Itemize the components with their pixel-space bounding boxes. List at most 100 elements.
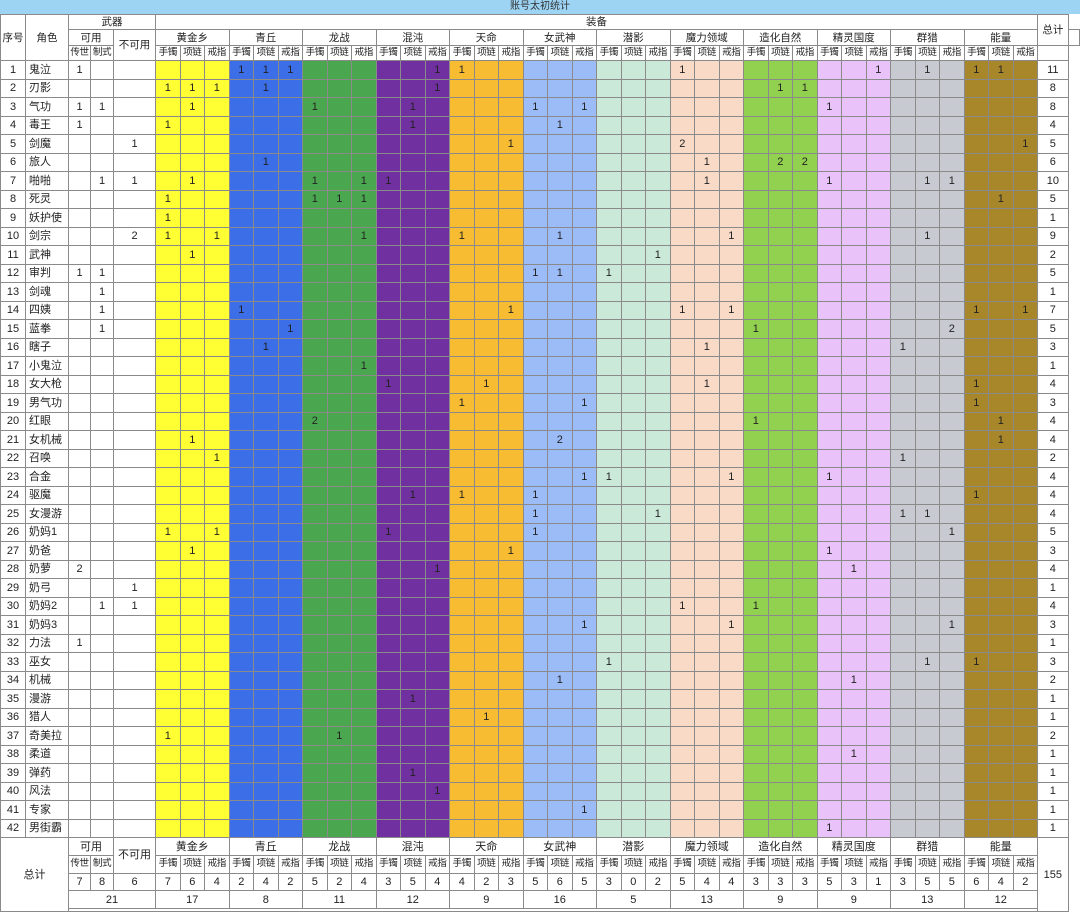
equip-count	[449, 208, 475, 228]
equip-count	[204, 467, 230, 487]
equip-count	[571, 374, 598, 395]
equip-count	[326, 652, 353, 672]
footer-row-2: 传世 制式 手镯 项链 戒指 手镯 项链 戒指 手镯 项链 戒指 手镯 项链 戒指 手镯 项链 戒指 手镯 项链 戒指…	[1, 854, 1080, 874]
row-index: 7	[0, 171, 26, 191]
equip-count	[767, 263, 794, 284]
equip-count	[890, 485, 916, 506]
equip-count	[547, 578, 573, 598]
equip-count	[988, 208, 1014, 228]
equip-count	[302, 448, 328, 469]
weapon-count	[68, 485, 91, 506]
weapon-count	[90, 448, 114, 469]
equip-count	[939, 189, 965, 210]
equip-count	[841, 633, 867, 654]
equip-count	[718, 726, 745, 746]
equip-count	[988, 596, 1014, 617]
equip-count	[669, 189, 696, 210]
equip-count	[375, 263, 402, 284]
equip-count	[914, 393, 941, 413]
equip-count	[645, 300, 671, 321]
equip-count	[645, 707, 671, 728]
equip-count	[351, 800, 377, 820]
equip-count	[914, 467, 941, 487]
equip-count	[155, 615, 181, 635]
equip-count	[939, 263, 965, 284]
equip-count	[473, 411, 500, 432]
equip-count	[424, 411, 451, 432]
equip-count	[694, 818, 720, 839]
equip-count	[302, 670, 328, 691]
role-name: 召唤	[25, 448, 69, 469]
equip-count	[865, 263, 892, 284]
equip-count	[865, 522, 892, 543]
equip-count	[792, 282, 818, 302]
equip-count	[865, 337, 892, 358]
equip-count	[669, 744, 696, 765]
equip-count	[743, 615, 769, 635]
slot-header: 戒指	[498, 854, 524, 874]
equip-count	[841, 226, 867, 247]
equip-count	[204, 263, 230, 284]
equip-count: 1	[914, 60, 941, 80]
weapon-count	[90, 356, 114, 376]
equip-count	[914, 115, 941, 136]
equip-count	[718, 411, 745, 432]
equip-count: 2	[302, 411, 328, 432]
equip-count	[179, 300, 206, 321]
equip-count	[155, 393, 181, 413]
equip-count	[620, 596, 647, 617]
footer-row-1: 总计 可用 不可用 黄金乡 青丘 龙战 混沌 天命 女武神 潜影 魔力领域 造化自然 精灵国度 群猎 能量 1…	[0, 837, 1080, 912]
set-total: 16	[522, 890, 598, 909]
equip-count: 1	[767, 78, 794, 99]
equip-count	[792, 319, 818, 339]
row-total: 10	[1037, 171, 1069, 191]
equip-count	[718, 319, 745, 339]
equip-count	[620, 97, 647, 117]
equip-count	[473, 652, 500, 672]
slot-total: 4	[718, 872, 745, 892]
equip-count	[253, 467, 279, 487]
equip-count: 1	[718, 467, 745, 487]
row-index: 19	[0, 393, 26, 413]
equip-count	[841, 763, 867, 783]
equip-count	[253, 744, 279, 765]
equip-count	[620, 319, 647, 339]
equip-count: 1	[375, 374, 402, 395]
equip-count	[890, 689, 916, 709]
row-total: 9	[1037, 226, 1069, 247]
table-row: 30 奶妈2 1 1 1 1 4	[0, 596, 1080, 617]
sheet-title: 账号太初统计	[0, 0, 1080, 14]
equip-count	[890, 726, 916, 746]
equip-count	[204, 152, 230, 173]
weapon-count	[90, 152, 114, 173]
equip-count	[718, 189, 745, 210]
slot-header: 戒指	[424, 44, 451, 62]
slot-header: 戒指	[718, 44, 745, 62]
equip-count	[351, 411, 377, 432]
equip-count	[351, 263, 377, 284]
slot-total: 2	[645, 872, 671, 892]
equip-count	[424, 115, 451, 136]
equip-count	[302, 134, 328, 154]
equip-count	[277, 134, 304, 154]
equip-count	[767, 245, 794, 265]
equip-count	[939, 596, 965, 617]
table-row: 7 啪啪 1 1 1 1 1 1 1 1 1 1 10	[0, 171, 1080, 191]
equip-count	[400, 633, 426, 654]
equip-count	[277, 97, 304, 117]
equip-count	[596, 485, 622, 506]
equip-count	[400, 152, 426, 173]
equip-count	[596, 134, 622, 154]
equip-count: 1	[277, 319, 304, 339]
set-header: 混沌	[375, 837, 451, 856]
weapon-count	[90, 633, 114, 654]
weapon-count: 1	[90, 97, 114, 117]
equip-count	[596, 633, 622, 654]
equip-count	[253, 374, 279, 395]
equip-count	[326, 541, 353, 561]
equip-count	[571, 633, 598, 654]
equip-count: 2	[547, 430, 573, 450]
equip-count	[571, 430, 598, 450]
equip-count	[277, 800, 304, 820]
weapon-count	[68, 134, 91, 154]
